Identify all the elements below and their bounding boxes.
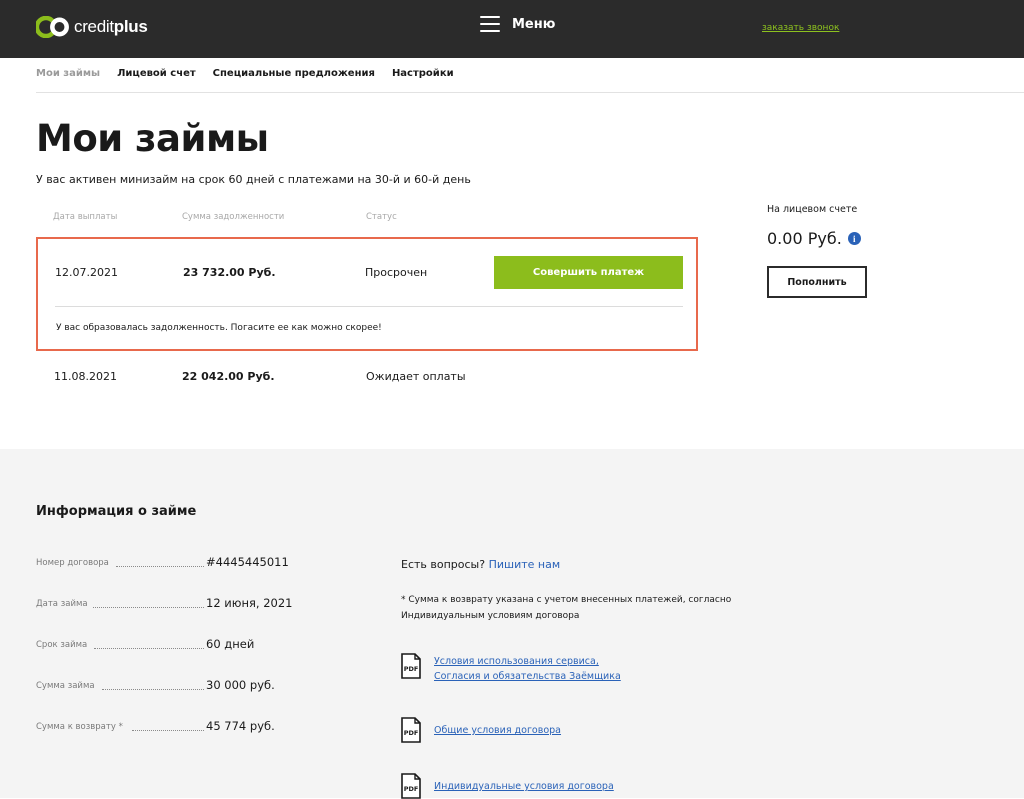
logo-mark-icon bbox=[36, 16, 69, 38]
document-item: PDF Общие условия договора bbox=[401, 717, 561, 743]
info-row-value: 12 июня, 2021 bbox=[206, 596, 293, 610]
subnav-personal-account[interactable]: Лицевой счет bbox=[117, 68, 196, 79]
info-row-value: 60 дней bbox=[206, 637, 255, 651]
info-row-loan-term: Срок займа 60 дней bbox=[36, 637, 366, 653]
info-row-contract-number: Номер договора #4445445011 bbox=[36, 555, 366, 571]
top-bar: creditplus Меню заказать звонок bbox=[0, 0, 1024, 58]
info-row-value: #4445445011 bbox=[206, 555, 289, 569]
svg-text:PDF: PDF bbox=[404, 729, 419, 737]
info-icon[interactable]: i bbox=[847, 232, 861, 245]
subnav-settings[interactable]: Настройки bbox=[392, 68, 454, 79]
info-row-label: Срок займа bbox=[36, 640, 88, 650]
info-row-label: Сумма займа bbox=[36, 681, 95, 691]
info-row-label: Сумма к возврату * bbox=[36, 722, 123, 732]
column-header-date: Дата выплаты bbox=[53, 212, 118, 222]
loan-summary-text: У вас активен минизайм на срок 60 дней с… bbox=[36, 173, 471, 186]
account-balance-value: 0.00 Руб. bbox=[767, 229, 842, 248]
subnav: Мои займы Лицевой счет Специальные предл… bbox=[36, 68, 454, 79]
info-row-label: Номер договора bbox=[36, 558, 109, 568]
subnav-my-loans[interactable]: Мои займы bbox=[36, 68, 100, 79]
page-title: Мои займы bbox=[36, 117, 269, 160]
payment-date: 11.08.2021 bbox=[54, 370, 117, 383]
terms-of-service-link[interactable]: Условия использования сервиса, bbox=[434, 654, 621, 669]
logo-text: creditplus bbox=[74, 17, 148, 36]
column-header-status: Статус bbox=[366, 212, 397, 222]
svg-text:PDF: PDF bbox=[404, 785, 419, 793]
info-row-loan-amount: Сумма займа 30 000 руб. bbox=[36, 678, 366, 694]
pdf-icon: PDF bbox=[401, 653, 421, 679]
menu-label: Меню bbox=[512, 16, 556, 32]
column-header-amount: Сумма задолженности bbox=[182, 212, 285, 222]
payment-status: Просрочен bbox=[365, 266, 428, 279]
card-divider bbox=[55, 306, 683, 307]
top-up-button[interactable]: Пополнить bbox=[767, 266, 867, 298]
subnav-special-offers[interactable]: Специальные предложения bbox=[213, 68, 375, 79]
payment-status: Ожидает оплаты bbox=[366, 370, 466, 383]
payment-amount: 22 042.00 Руб. bbox=[182, 370, 275, 383]
info-row-value: 45 774 руб. bbox=[206, 719, 275, 733]
account-balance-label: На лицевом счете bbox=[767, 204, 858, 215]
loan-info-section: Информация о займе Номер договора #44454… bbox=[0, 449, 1024, 799]
info-row-loan-date: Дата займа 12 июня, 2021 bbox=[36, 596, 366, 612]
document-item: PDF Индивидуальные условия договора bbox=[401, 773, 614, 799]
creditplus-logo[interactable]: creditplus bbox=[36, 16, 148, 38]
overdue-payment-card: 12.07.2021 23 732.00 Руб. Просрочен Сове… bbox=[36, 237, 698, 351]
pdf-icon: PDF bbox=[401, 717, 421, 743]
account-balance: 0.00 Руб. i bbox=[767, 229, 861, 248]
questions-block: Есть вопросы? Пишите нам bbox=[401, 558, 560, 571]
callback-link[interactable]: заказать звонок bbox=[762, 23, 839, 33]
pdf-icon: PDF bbox=[401, 773, 421, 799]
return-amount-note: * Сумма к возврату указана с учетом внес… bbox=[401, 595, 732, 621]
svg-text:PDF: PDF bbox=[404, 665, 419, 673]
hamburger-icon bbox=[480, 16, 500, 32]
loan-info-title: Информация о займе bbox=[36, 504, 197, 519]
borrower-consents-link[interactable]: Согласия и обязательства Заёмщика bbox=[434, 669, 621, 684]
info-row-value: 30 000 руб. bbox=[206, 678, 275, 692]
info-row-label: Дата займа bbox=[36, 599, 88, 609]
questions-text: Есть вопросы? bbox=[401, 558, 486, 571]
make-payment-button[interactable]: Совершить платеж bbox=[494, 256, 683, 289]
payment-amount: 23 732.00 Руб. bbox=[183, 266, 276, 279]
general-terms-link[interactable]: Общие условия договора bbox=[434, 723, 561, 738]
individual-terms-link[interactable]: Индивидуальные условия договора bbox=[434, 779, 614, 794]
document-item: PDF Условия использования сервиса, Согла… bbox=[401, 653, 621, 684]
menu-button[interactable]: Меню bbox=[480, 16, 555, 32]
write-to-us-link[interactable]: Пишите нам bbox=[489, 558, 561, 571]
payment-date: 12.07.2021 bbox=[55, 266, 118, 279]
info-row-return-amount: Сумма к возврату * 45 774 руб. bbox=[36, 719, 366, 735]
overdue-warning: У вас образовалась задолженность. Погаси… bbox=[56, 323, 382, 333]
subnav-divider bbox=[36, 92, 1024, 93]
